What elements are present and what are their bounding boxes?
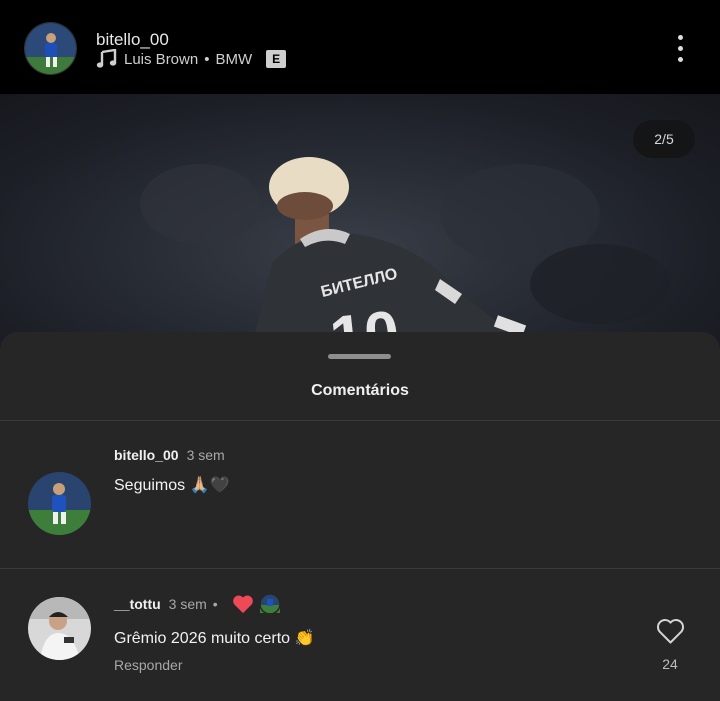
comment-username[interactable]: bitello_00 3 sem [114,447,225,463]
comment-divider [0,568,720,569]
music-note-icon [96,49,117,68]
comment-bullet: • [212,596,218,612]
author-avatar[interactable] [24,22,77,75]
sheet-title: Comentários [311,382,409,399]
post-header: bitello_00 Luis Brown • BMW E [0,0,720,94]
comment-meta: __tottu 3 sem • [114,593,281,615]
comment-avatar[interactable] [28,597,91,660]
reply-button[interactable]: Responder [114,657,183,673]
audio-artist: Luis Brown [124,50,199,68]
creator-liked-heart-icon [232,595,253,614]
comments-sheet: Comentários [0,332,720,701]
comment-time: 3 sem [168,596,207,612]
like-count: 24 [662,656,678,672]
comment-username-text[interactable]: __tottu [114,596,161,612]
comment-text: Grêmio 2026 muito certo 👏 [114,630,315,647]
comment-text: Seguimos 🙏🏼🖤 [114,477,230,494]
audio-title: BMW [215,50,253,68]
comment-username-text[interactable]: bitello_00 [114,447,179,463]
author-username[interactable]: bitello_00 [96,30,169,50]
post-photo[interactable]: БИТЕЛЛО 10 [0,94,720,354]
more-options-icon[interactable] [672,33,690,65]
audio-separator: • [204,50,210,68]
title-divider [0,420,720,421]
drag-handle[interactable] [328,354,391,359]
player-image: БИТЕЛЛО 10 [140,157,670,354]
comment-avatar[interactable] [28,472,91,535]
audio-info[interactable]: Luis Brown • BMW E [96,49,287,69]
comment-time: 3 sem [186,447,225,463]
explicit-badge: E [266,50,287,68]
carousel-counter: 2/5 [633,120,695,158]
like-heart-icon[interactable] [656,618,685,645]
creator-mini-avatar [258,593,281,615]
